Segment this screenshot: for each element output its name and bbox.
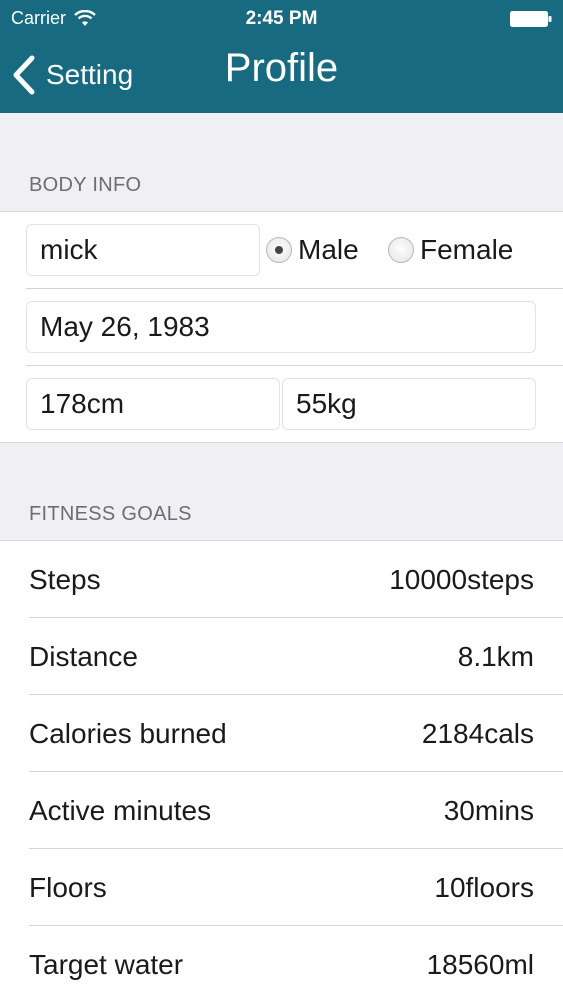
goal-row-floors[interactable]: Floors 10floors	[0, 849, 563, 926]
radio-selected-icon	[266, 237, 292, 263]
section-label-fitness-goals: FITNESS GOALS	[29, 503, 192, 525]
navigation-bar: Setting Profile	[0, 38, 563, 113]
weight-field-value: 55kg	[296, 388, 357, 419]
birthday-field-value: May 26, 1983	[40, 311, 210, 342]
goal-value: 8.1km	[457, 641, 534, 672]
goal-label: Calories burned	[29, 718, 227, 749]
section-header-body-info: BODY INFO	[0, 113, 563, 211]
battery-icon	[510, 11, 552, 27]
status-bar: Carrier 2:45 PM	[0, 0, 563, 38]
goal-label: Floors	[29, 872, 107, 903]
radio-unselected-icon	[388, 237, 414, 263]
section-label-body-info: BODY INFO	[29, 174, 142, 196]
gender-radio-female[interactable]: Female	[388, 234, 513, 266]
section-header-fitness-goals: FITNESS GOALS	[0, 443, 563, 540]
fitness-goals-list: Steps 10000steps Distance 8.1km Calories…	[0, 540, 563, 1000]
goal-value: 2184cals	[421, 718, 534, 749]
page-title: Profile	[224, 46, 339, 90]
row-divider	[26, 365, 563, 366]
goal-row-active-minutes[interactable]: Active minutes 30mins	[0, 772, 563, 849]
gender-label-male: Male	[298, 234, 359, 265]
name-field-value: mick	[40, 234, 98, 265]
goal-row-distance[interactable]: Distance 8.1km	[0, 618, 563, 695]
goal-value: 30mins	[443, 795, 534, 826]
goal-value: 10floors	[434, 872, 534, 903]
height-field-value: 178cm	[40, 388, 125, 419]
goal-label: Distance	[29, 641, 138, 672]
height-field[interactable]: 178cm	[26, 378, 280, 430]
goal-label: Active minutes	[29, 795, 212, 826]
goal-value: 18560ml	[426, 949, 534, 980]
gender-label-female: Female	[420, 234, 514, 265]
birthday-field[interactable]: May 26, 1983	[26, 301, 536, 353]
status-time: 2:45 PM	[245, 8, 318, 29]
body-info-group: mick Male Female May 26, 1983 178cm 55kg	[0, 211, 563, 443]
goal-row-steps[interactable]: Steps 10000steps	[0, 541, 563, 618]
goal-label: Target water	[29, 949, 184, 980]
name-field[interactable]: mick	[26, 224, 260, 276]
header: Carrier 2:45 PM Setting Profile	[0, 0, 563, 113]
goal-value: 10000steps	[389, 564, 534, 595]
weight-field[interactable]: 55kg	[282, 378, 536, 430]
goal-label: Steps	[29, 564, 101, 595]
goal-row-target-water[interactable]: Target water 18560ml	[0, 926, 563, 1000]
row-divider	[26, 288, 563, 289]
goal-row-calories[interactable]: Calories burned 2184cals	[0, 695, 563, 772]
gender-radio-male[interactable]: Male	[266, 234, 359, 266]
